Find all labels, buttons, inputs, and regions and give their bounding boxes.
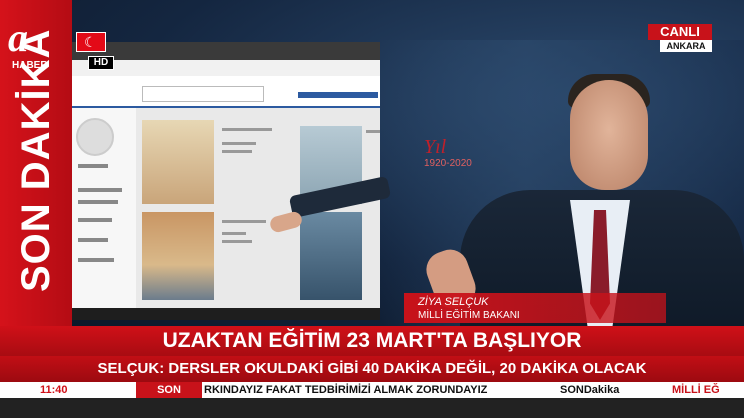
category-line	[222, 150, 252, 153]
avatar	[76, 118, 114, 156]
profile-text-line	[78, 164, 108, 168]
bottom-strip	[0, 398, 744, 418]
guest-title: MİLLİ EĞİTİM BAKANI	[418, 310, 520, 321]
head	[570, 80, 648, 190]
browser-tab-bar	[72, 42, 380, 60]
anniversary-logo: Yıl	[424, 136, 447, 158]
hd-badge: HD	[88, 56, 114, 70]
category-title	[366, 130, 380, 133]
presentation-screen	[72, 42, 380, 320]
presenter	[421, 70, 744, 330]
category-line	[222, 232, 246, 235]
channel-logo: a HABER	[6, 15, 66, 71]
ticker-brand: SONDakika	[560, 384, 620, 396]
profile-text-line	[78, 238, 108, 242]
ticker-label: SON DAKİKA	[136, 382, 202, 412]
profile-panel	[72, 108, 136, 320]
lesson-image	[300, 212, 362, 300]
profile-text-line	[78, 200, 118, 204]
category-title	[222, 128, 272, 131]
guest-name: ZİYA SELÇUK	[418, 296, 489, 308]
browser-url-bar	[72, 60, 380, 76]
lesson-image	[142, 212, 214, 300]
lesson-image	[142, 120, 214, 204]
channel-logo-sub: HABER	[12, 60, 48, 71]
category-line	[222, 142, 256, 145]
profile-text-line	[78, 258, 114, 262]
taskbar	[72, 308, 380, 320]
anniversary-years: 1920-2020	[424, 158, 472, 169]
clock: 11:40	[40, 384, 68, 396]
content-grid	[136, 108, 380, 320]
channel-logo-letter: a	[8, 15, 28, 60]
site-nav-strip	[298, 92, 378, 98]
live-badge: CANLI	[648, 24, 712, 40]
turkish-flag-icon: ☾	[76, 32, 106, 52]
headline: UZAKTAN EĞİTİM 23 MART'TA BAŞLIYOR	[162, 329, 582, 352]
category-line	[222, 240, 252, 243]
category-title	[222, 220, 266, 223]
profile-text-line	[78, 188, 122, 192]
site-search-box	[142, 86, 264, 102]
profile-text-line	[78, 218, 112, 222]
location-badge: ANKARA	[660, 40, 712, 52]
subheadline: SELÇUK: DERSLER OKULDAKİ GİBİ 40 DAKİKA …	[97, 360, 647, 377]
ticker-text: RKINDAYIZ FAKAT TEDBİRİMİZİ ALMAK ZORUND…	[204, 384, 488, 396]
ticker-right-text: MİLLİ EĞ	[672, 384, 720, 396]
